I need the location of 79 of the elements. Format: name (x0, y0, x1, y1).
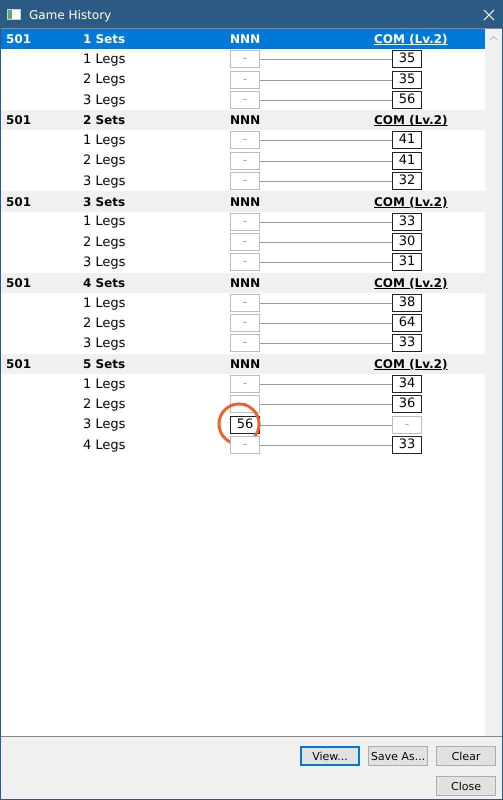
set-label: 5 Sets (83, 356, 126, 371)
set-header-row[interactable]: 501 5 Sets NNN COM (Lv.2) (1, 354, 485, 374)
player-name: NNN (230, 194, 260, 209)
leg-label: 3 Legs (83, 336, 126, 352)
opponent-score: 41 (392, 152, 422, 170)
leg-label: 1 Legs (83, 376, 126, 392)
player-score: - (230, 253, 260, 272)
opponent-score: - (392, 416, 422, 434)
leg-label: 4 Legs (83, 438, 126, 453)
leg-label: 2 Legs (83, 72, 126, 88)
set-header-row[interactable]: 501 3 Sets NNN COM (Lv.2) (1, 191, 485, 212)
leg-label: 1 Legs (83, 296, 126, 310)
set-header-row[interactable]: 501 2 Sets NNN COM (Lv.2) (1, 110, 485, 130)
opponent-link[interactable]: COM (Lv.2) (374, 32, 448, 46)
dialog-button[interactable]: Close (436, 776, 496, 796)
leg-label: 2 Legs (83, 153, 126, 168)
player-score: - (230, 375, 260, 394)
dialog-button[interactable]: Save As... (368, 746, 428, 766)
player-name: NNN (230, 276, 260, 290)
player-score: - (230, 314, 260, 332)
set-label: 3 Sets (83, 194, 126, 209)
player-score: - (230, 131, 260, 150)
dialog-button[interactable]: View... (300, 746, 360, 766)
close-icon[interactable] (482, 8, 496, 22)
game-label: 501 (6, 276, 32, 290)
opponent-score: 33 (392, 334, 422, 352)
set-header-row[interactable]: 501 4 Sets NNN COM (Lv.2) (1, 272, 485, 293)
opponent-score: 36 (392, 395, 422, 414)
opponent-score: 38 (392, 294, 422, 312)
player-score: - (230, 232, 260, 251)
set-label: 4 Sets (83, 276, 126, 290)
player-score: - (230, 90, 260, 109)
opponent-score: 32 (392, 172, 422, 190)
player-name: NNN (230, 113, 260, 128)
player-score: - (230, 294, 260, 312)
leg-label: 3 Legs (83, 92, 126, 108)
player-name: NNN (230, 32, 260, 46)
set-header-row[interactable]: 501 1 Sets NNN COM (Lv.2) (1, 29, 485, 50)
opponent-score: 30 (392, 232, 422, 251)
player-score: 56 (230, 416, 260, 434)
game-label: 501 (6, 194, 32, 209)
opponent-link[interactable]: COM (Lv.2) (374, 356, 448, 371)
opponent-link[interactable]: COM (Lv.2) (374, 194, 448, 209)
player-score: - (230, 212, 260, 231)
leg-label: 1 Legs (83, 133, 126, 148)
leg-label: 2 Legs (83, 234, 126, 250)
leg-label: 1 Legs (83, 214, 126, 230)
opponent-score: 56 (392, 90, 422, 109)
game-label: 501 (6, 32, 32, 46)
player-score: - (230, 152, 260, 170)
opponent-score: 33 (392, 436, 422, 454)
dialog-button[interactable]: Clear (436, 746, 496, 766)
leg-label: 2 Legs (83, 396, 126, 412)
opponent-score: 31 (392, 253, 422, 272)
opponent-score: 33 (392, 212, 422, 231)
set-label: 2 Sets (83, 113, 126, 128)
window-icon (7, 9, 21, 20)
leg-label: 2 Legs (83, 316, 126, 331)
player-score: - (230, 70, 260, 89)
opponent-link[interactable]: COM (Lv.2) (374, 276, 448, 290)
opponent-score: 35 (392, 70, 422, 89)
game-label: 501 (6, 356, 32, 371)
leg-label: 3 Legs (83, 254, 126, 270)
player-score: - (230, 334, 260, 352)
player-score: - (230, 50, 260, 68)
opponent-score: 41 (392, 131, 422, 150)
opponent-score: 34 (392, 375, 422, 394)
opponent-link[interactable]: COM (Lv.2) (374, 113, 448, 128)
leg-label: 3 Legs (83, 417, 126, 432)
player-score: - (230, 172, 260, 190)
game-label: 501 (6, 113, 32, 128)
window-title: Game History (29, 8, 112, 22)
opponent-score: 64 (392, 314, 422, 332)
player-name: NNN (230, 356, 260, 371)
leg-label: 1 Legs (83, 52, 126, 67)
leg-label: 3 Legs (83, 174, 126, 189)
player-score: - (230, 436, 260, 454)
set-label: 1 Sets (83, 32, 126, 46)
opponent-score: 35 (392, 50, 422, 68)
